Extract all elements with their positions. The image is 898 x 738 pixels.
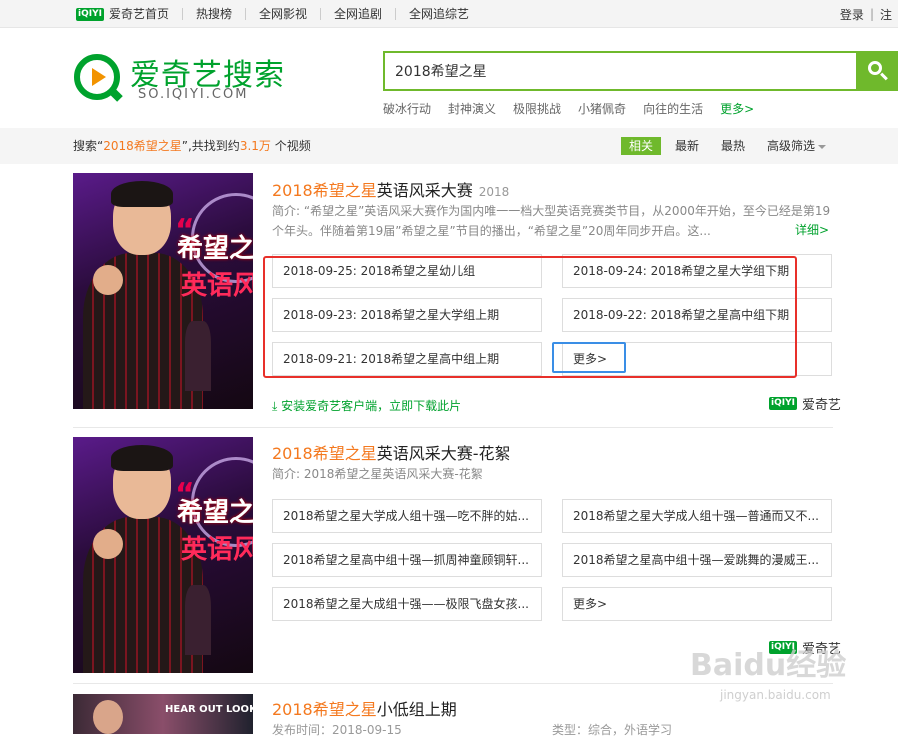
result-description: 简介: 2018希望之星英语风采大赛-花絮 xyxy=(272,464,832,484)
logo-tail-shape xyxy=(107,86,123,102)
search-box xyxy=(383,51,898,91)
episode-link[interactable]: 2018-09-25: 2018希望之星幼儿组 xyxy=(272,254,542,288)
nav-movies[interactable]: 全网影视 xyxy=(244,8,320,20)
hot-search-words: 破冰行动 封神演义 极限挑战 小猪佩奇 向往的生活 更多> xyxy=(383,100,771,117)
episode-link[interactable]: 2018希望之星大成组十强——极限飞盘女孩... xyxy=(272,587,542,621)
result-title[interactable]: 2018希望之星英语风采大赛-花絮 xyxy=(272,440,511,464)
description-line: 简介: “希望之星”英语风采大赛作为国内唯一一档大型英语竞赛类节目，从2000年… xyxy=(272,204,831,218)
detail-link[interactable]: 详细> xyxy=(795,221,829,238)
login-link[interactable]: 登录 xyxy=(834,6,870,23)
title-rest: 英语风采大赛 xyxy=(376,181,473,200)
result-poster[interactable]: “ 希望之 英语风 xyxy=(73,173,253,409)
episode-link[interactable]: 2018-09-22: 2018希望之星高中组下期 xyxy=(562,298,832,332)
hotword-link[interactable]: 破冰行动 xyxy=(383,100,431,117)
info-prefix: 搜索“ xyxy=(73,139,104,153)
advanced-filter-label: 高级筛选 xyxy=(767,139,816,153)
poster-small-figure xyxy=(185,585,211,655)
nav-home-label: 爱奇艺首页 xyxy=(108,6,169,21)
result-poster[interactable]: “ 希望之 英语风 xyxy=(73,437,253,673)
caret-down-icon xyxy=(818,144,827,149)
logo-subtitle: SO.IQIYI.COM xyxy=(138,87,249,102)
hotwords-more-link[interactable]: 更多> xyxy=(720,100,754,117)
poster-text: 希望之 xyxy=(177,234,253,264)
tab-newest[interactable]: 最新 xyxy=(675,137,699,155)
nav-hot-list[interactable]: 热搜榜 xyxy=(181,8,245,20)
episode-link[interactable]: 2018-09-24: 2018希望之星大学组下期 xyxy=(562,254,832,288)
tab-relevant[interactable]: 相关 xyxy=(621,137,662,155)
iqiyi-logo-icon: iQIYI xyxy=(769,397,797,410)
description-line: 简介: 2018希望之星英语风采大赛-花絮 xyxy=(272,467,483,481)
result-count-info: 搜索“2018希望之星”,共找到约3.1万 个视频 xyxy=(73,128,311,164)
poster-figure-fist xyxy=(93,265,123,295)
nav-variety[interactable]: 全网追综艺 xyxy=(395,8,482,20)
poster-text: 希望之 xyxy=(177,498,253,528)
result-filter-bar: 搜索“2018希望之星”,共找到约3.1万 个视频 相关 最新 最热 高级筛选 xyxy=(0,128,898,164)
episode-link[interactable]: 2018希望之星高中组十强—抓周神童顾铜轩... xyxy=(272,543,542,577)
hotword-link[interactable]: 小猪佩奇 xyxy=(578,100,626,117)
result-title[interactable]: 2018希望之星小低组上期 xyxy=(272,696,457,720)
result-item: “ 希望之 英语风 2018希望之星英语风采大赛 2018 简介: “希望之星”英… xyxy=(73,173,841,414)
iqiyi-logo-icon: iQIYI xyxy=(76,7,104,21)
top-nav-bar: iQIYI 爱奇艺首页 热搜榜 全网影视 全网追剧 全网追综艺 登录 | 注 xyxy=(0,0,898,28)
publish-date: 发布时间：2018-09-15 xyxy=(272,723,402,737)
title-highlight: 2018希望之星 xyxy=(272,444,377,463)
episodes-more-button[interactable]: 更多> xyxy=(562,342,832,376)
info-mid: ”,共找到约 xyxy=(181,139,240,153)
episodes-more-button[interactable]: 更多> xyxy=(562,587,832,621)
search-input[interactable] xyxy=(383,51,856,91)
site-logo[interactable]: 爱奇艺搜索 SO.IQIYI.COM xyxy=(74,48,284,104)
poster-text: HEAR OUT LOOK xyxy=(165,704,253,715)
search-icon xyxy=(868,61,882,75)
source-brand: iQIYI 爱奇艺 xyxy=(769,394,841,413)
result-title[interactable]: 2018希望之星英语风采大赛 2018 xyxy=(272,177,509,201)
tab-advanced-filter[interactable]: 高级筛选 xyxy=(767,137,827,155)
info-suffix: 个视频 xyxy=(274,139,311,153)
search-icon-handle xyxy=(880,72,888,81)
episode-link[interactable]: 2018-09-23: 2018希望之星大学组上期 xyxy=(272,298,542,332)
hotword-link[interactable]: 封神演义 xyxy=(448,100,496,117)
title-highlight: 2018希望之星 xyxy=(272,700,377,719)
top-nav: iQIYI 爱奇艺首页 热搜榜 全网影视 全网追剧 全网追综艺 xyxy=(74,0,482,28)
title-highlight: 2018希望之星 xyxy=(272,181,377,200)
info-count: 3.1万 xyxy=(239,139,271,153)
sort-tabs: 相关 最新 最热 高级筛选 xyxy=(621,137,848,155)
episode-link[interactable]: 2018希望之星高中组十强—爱跳舞的漫威王... xyxy=(562,543,832,577)
install-label: 安装爱奇艺客户端，立即下载此片 xyxy=(281,399,462,413)
poster-text: 英语风 xyxy=(181,535,253,565)
episode-link[interactable]: 2018希望之星大学成人组十强—吃不胖的姑... xyxy=(272,499,542,533)
account-links: 登录 | 注 xyxy=(834,0,898,28)
title-rest: 英语风采大赛-花絮 xyxy=(376,444,511,463)
result-divider xyxy=(73,427,833,428)
source-brand-label: 爱奇艺 xyxy=(801,398,841,413)
nav-dramas[interactable]: 全网追剧 xyxy=(320,8,395,20)
poster-figure-hair xyxy=(111,445,173,471)
nav-home-link[interactable]: iQIYI 爱奇艺首页 xyxy=(74,6,182,21)
description-line: 个年头。伴随着第19届”希望之星”节目的播出，“希望之星”20周年同步开启。这.… xyxy=(272,224,711,238)
baidu-watermark-url: jingyan.baidu.com xyxy=(720,688,831,702)
result-category: 类型：综合，外语学习 xyxy=(552,723,673,737)
result-description: 简介: “希望之星”英语风采大赛作为国内唯一一档大型英语竞赛类节目，从2000年… xyxy=(272,201,832,241)
hotword-link[interactable]: 向往的生活 xyxy=(643,100,703,117)
hotword-link[interactable]: 极限挑战 xyxy=(513,100,561,117)
baidu-watermark: Baidu经验 xyxy=(690,648,847,683)
poster-figure-hair xyxy=(111,181,173,207)
episode-link[interactable]: 2018-09-21: 2018希望之星高中组上期 xyxy=(272,342,542,376)
episode-link[interactable]: 2018希望之星大学成人组十强—普通而又不... xyxy=(562,499,832,533)
result-year: 2018 xyxy=(478,185,510,199)
poster-small-figure xyxy=(185,321,211,391)
search-button[interactable] xyxy=(856,51,898,91)
result-poster[interactable]: HEAR OUT LOOK xyxy=(73,694,253,734)
info-query: 2018希望之星 xyxy=(103,139,182,153)
download-icon: ⤓ xyxy=(272,399,282,413)
register-link[interactable]: 注 xyxy=(874,6,898,23)
poster-figure-fist xyxy=(93,529,123,559)
title-rest: 小低组上期 xyxy=(376,700,457,719)
tab-hottest[interactable]: 最热 xyxy=(721,137,745,155)
install-client-link[interactable]: ⤓ 安装爱奇艺客户端，立即下载此片 xyxy=(272,397,461,414)
poster-text: 英语风 xyxy=(181,271,253,301)
